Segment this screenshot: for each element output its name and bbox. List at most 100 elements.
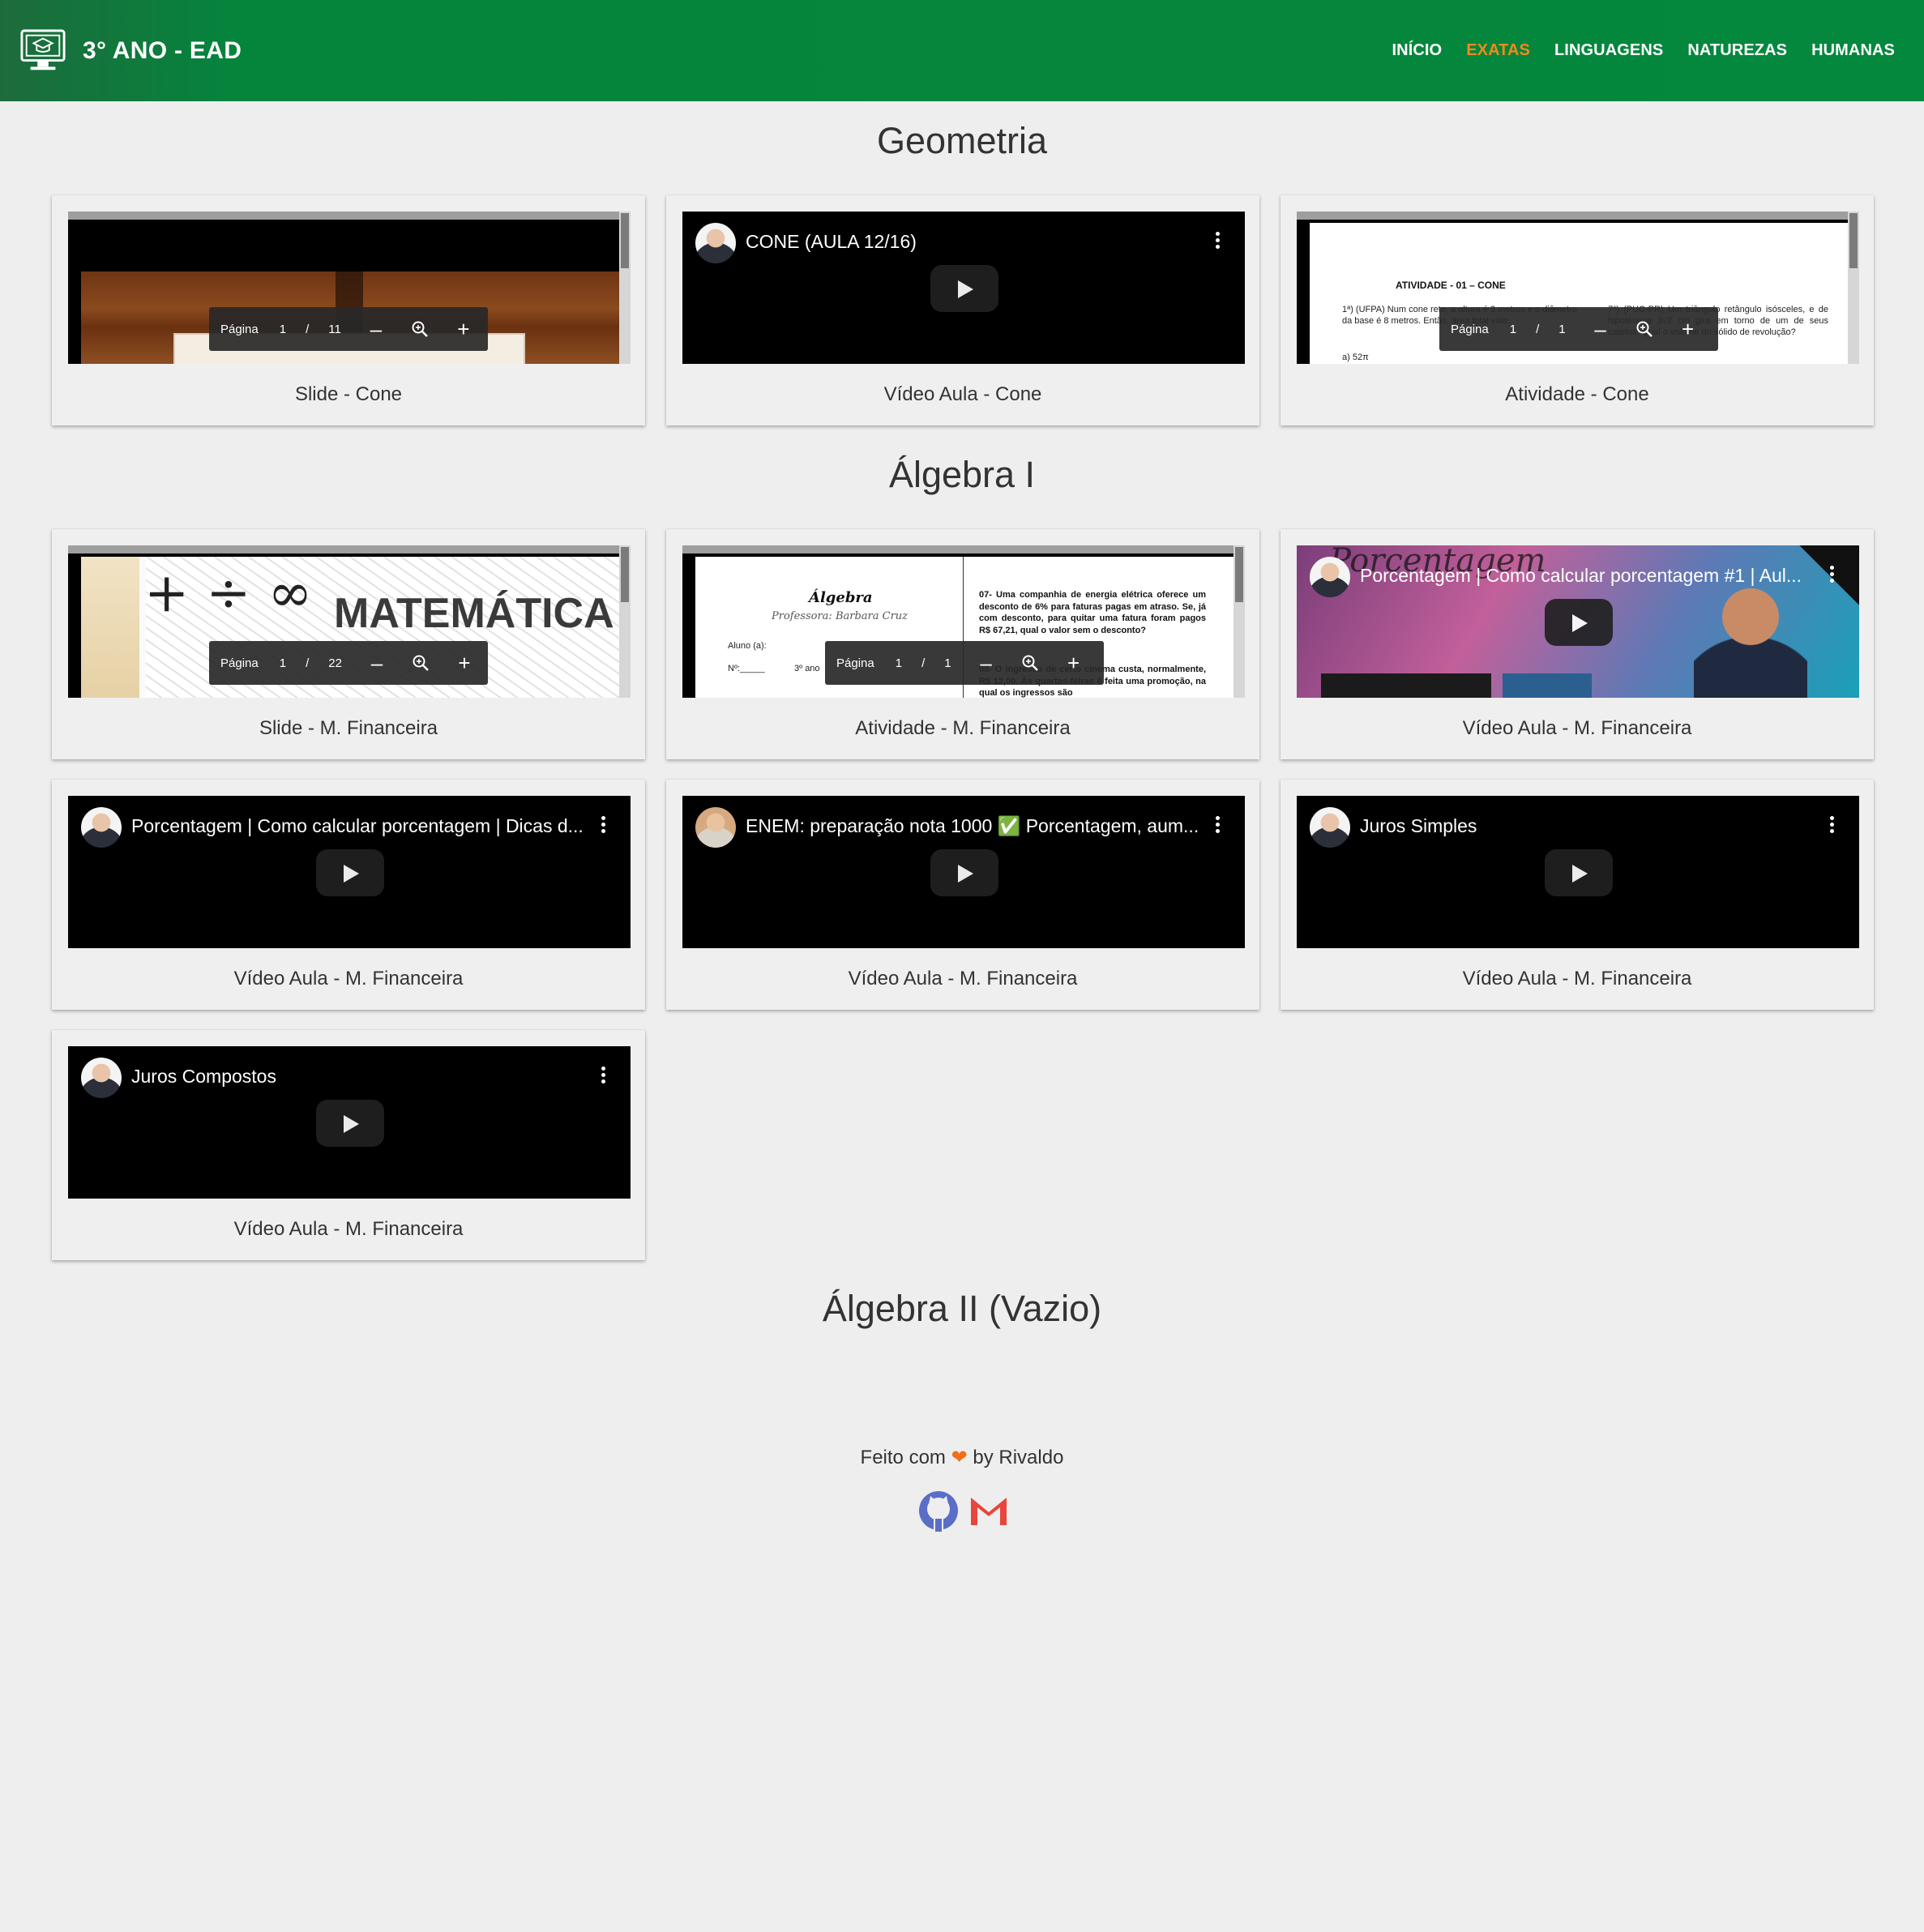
play-button-icon[interactable] xyxy=(930,849,998,896)
card-caption: Vídeo Aula - Cone xyxy=(883,383,1042,405)
pdf-page-total: 11 xyxy=(328,322,341,336)
play-button-icon[interactable] xyxy=(1545,599,1613,646)
pdf-page-sep: / xyxy=(306,656,310,670)
pdf-viewer[interactable]: + ÷ ∞ MATEMÁTICA Página 1 / 22 – + xyxy=(68,545,631,698)
doc-question-7: 07- Uma companhia de energia elétrica of… xyxy=(979,590,1206,635)
youtube-embed[interactable]: Juros Simples xyxy=(1297,796,1859,948)
video-title[interactable]: ENEM: preparação nota 1000 ✅ Porcentagem… xyxy=(746,815,1199,837)
card-caption: Vídeo Aula - M. Financeira xyxy=(1462,717,1692,739)
nav-link-inicio[interactable]: INÍCIO xyxy=(1392,41,1443,60)
channel-avatar[interactable] xyxy=(1310,807,1350,848)
zoom-out-icon[interactable]: – xyxy=(1592,318,1610,340)
pdf-page-total: 22 xyxy=(328,656,342,670)
pdf-page-controls: Página 1 / 11 – + xyxy=(209,307,488,351)
video-title[interactable]: Juros Compostos xyxy=(131,1066,585,1088)
zoom-out-icon[interactable]: – xyxy=(368,652,386,673)
youtube-embed[interactable]: ENEM: preparação nota 1000 ✅ Porcentagem… xyxy=(682,796,1245,948)
channel-avatar[interactable] xyxy=(81,1058,122,1098)
pdf-page-controls: Página 1 / 1 – + xyxy=(1439,307,1718,351)
navbar: 3° ANO - EAD INÍCIO EXATAS LINGUAGENS NA… xyxy=(0,0,1924,101)
pdf-page-total: 1 xyxy=(1558,322,1566,336)
zoom-reset-icon[interactable] xyxy=(412,654,430,672)
youtube-embed[interactable]: Juros Compostos xyxy=(68,1046,631,1199)
nav-link-naturezas[interactable]: NATUREZAS xyxy=(1687,41,1787,60)
card-video-juros-simples: Juros Simples Vídeo Aula - M. Financeira xyxy=(1281,780,1874,1010)
more-options-icon[interactable] xyxy=(1214,229,1221,254)
card-caption: Atividade - Cone xyxy=(1505,383,1649,405)
pdf-page-label: Página xyxy=(220,322,259,336)
zoom-out-icon[interactable]: – xyxy=(367,318,385,340)
video-title[interactable]: Porcentagem | Como calcular porcentagem … xyxy=(131,815,585,837)
channel-avatar[interactable] xyxy=(81,807,122,848)
youtube-embed[interactable]: Porcentagem | Como calcular porcentagem … xyxy=(68,796,631,948)
zoom-in-icon[interactable]: + xyxy=(1065,652,1083,673)
video-title[interactable]: Porcentagem | Como calcular porcentagem … xyxy=(1360,565,1814,587)
heart-icon: ❤ xyxy=(951,1447,968,1468)
channel-avatar[interactable] xyxy=(695,807,736,848)
pdf-scroll-thumb[interactable] xyxy=(1849,213,1858,268)
zoom-in-icon[interactable]: + xyxy=(455,652,473,673)
pdf-page-number[interactable]: 1 xyxy=(1510,323,1516,336)
pdf-page-number[interactable]: 1 xyxy=(280,656,286,670)
channel-avatar[interactable] xyxy=(695,223,736,263)
footer-text-after: by Rivaldo xyxy=(973,1447,1064,1468)
video-title[interactable]: CONE (AULA 12/16) xyxy=(746,231,1199,253)
card-caption: Vídeo Aula - M. Financeira xyxy=(233,1218,464,1240)
pdf-toolbar xyxy=(682,545,1245,554)
zoom-in-icon[interactable]: + xyxy=(455,318,472,340)
card-video-porcentagem-1: Porcentagem Porcentagem | Como calcular … xyxy=(1281,529,1874,759)
zoom-in-icon[interactable]: + xyxy=(1679,318,1697,340)
pdf-page-controls: Página 1 / 1 – + xyxy=(825,641,1104,685)
doc-answer-a: a) 52π xyxy=(1342,353,1369,362)
pdf-scrollbar[interactable] xyxy=(1233,545,1245,698)
nav-link-humanas[interactable]: HUMANAS xyxy=(1811,41,1895,60)
youtube-embed[interactable]: Porcentagem Porcentagem | Como calcular … xyxy=(1297,545,1859,698)
card-video-porcentagem-2: Porcentagem | Como calcular porcentagem … xyxy=(52,780,645,1010)
zoom-reset-icon[interactable] xyxy=(1021,654,1039,672)
footer-credit: Feito com ❤ by Rivaldo xyxy=(0,1446,1924,1469)
play-button-icon[interactable] xyxy=(930,265,998,312)
play-button-icon[interactable] xyxy=(316,1100,384,1147)
pdf-viewer[interactable]: ATIVIDADE - 01 – CONE 1ª) (UFPA) Num con… xyxy=(1297,212,1859,364)
pdf-page-sep: / xyxy=(1536,322,1540,336)
zoom-reset-icon[interactable] xyxy=(1635,320,1653,338)
more-options-icon[interactable] xyxy=(600,814,606,838)
brand[interactable]: 3° ANO - EAD xyxy=(19,28,242,75)
more-options-icon[interactable] xyxy=(600,1064,606,1088)
pdf-scrollbar[interactable] xyxy=(619,545,631,698)
gmail-icon[interactable] xyxy=(968,1490,1010,1532)
youtube-embed[interactable]: CONE (AULA 12/16) xyxy=(682,212,1245,364)
pdf-scrollbar[interactable] xyxy=(619,212,631,364)
pdf-scrollbar[interactable] xyxy=(1848,212,1859,364)
nav-link-exatas[interactable]: EXATAS xyxy=(1466,41,1530,60)
more-options-icon[interactable] xyxy=(1828,814,1835,838)
channel-avatar[interactable] xyxy=(1310,557,1350,597)
doc-numero: Nº:_____ xyxy=(728,664,765,673)
github-icon[interactable] xyxy=(917,1490,960,1532)
zoom-reset-icon[interactable] xyxy=(411,320,429,338)
card-slide-m-financeira: + ÷ ∞ MATEMÁTICA Página 1 / 22 – + Slide… xyxy=(52,529,645,759)
pdf-page-sep: / xyxy=(306,322,310,336)
pdf-viewer[interactable]: Álgebra Professora: Barbara Cruz Aluno (… xyxy=(682,545,1245,698)
pdf-scroll-thumb[interactable] xyxy=(621,213,629,268)
pdf-viewer[interactable]: Página 1 / 11 – + xyxy=(68,212,631,364)
doc-aluno: Aluno (a): xyxy=(728,641,767,651)
card-caption: Vídeo Aula - M. Financeira xyxy=(848,968,1078,990)
section-title-geometria: Geometria xyxy=(876,120,1048,161)
nav-link-linguagens[interactable]: LINGUAGENS xyxy=(1554,41,1663,60)
play-button-icon[interactable] xyxy=(1545,849,1613,896)
section-title-algebra-2: Álgebra II (Vazio) xyxy=(822,1288,1102,1329)
pdf-page-number[interactable]: 1 xyxy=(280,323,286,336)
more-options-icon[interactable] xyxy=(1828,563,1835,588)
footer-social-links xyxy=(917,1490,1018,1532)
pdf-scroll-thumb[interactable] xyxy=(1235,547,1243,602)
card-atividade-m-financeira: Álgebra Professora: Barbara Cruz Aluno (… xyxy=(666,529,1259,759)
zoom-out-icon[interactable]: – xyxy=(977,652,995,673)
pdf-page-number[interactable]: 1 xyxy=(896,656,902,670)
video-title[interactable]: Juros Simples xyxy=(1360,815,1814,837)
pdf-scroll-thumb[interactable] xyxy=(621,547,629,602)
more-options-icon[interactable] xyxy=(1214,814,1221,838)
footer-text-before: Feito com xyxy=(860,1447,946,1468)
play-button-icon[interactable] xyxy=(316,849,384,896)
card-caption: Slide - M. Financeira xyxy=(259,717,438,739)
